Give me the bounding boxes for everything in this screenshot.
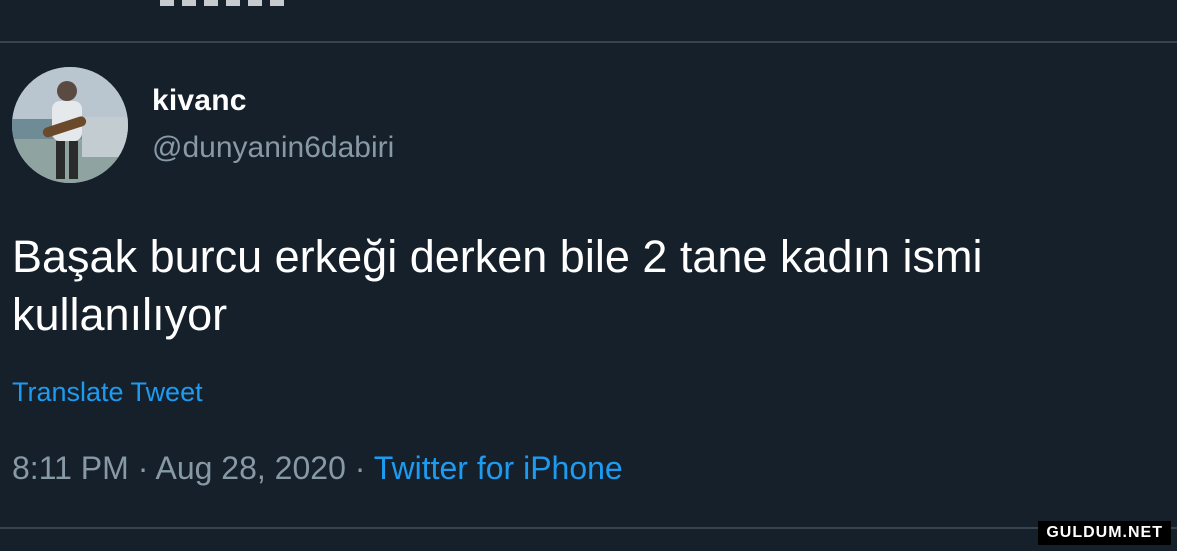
tweet-text: Başak burcu erkeği derken bile 2 tane ka… <box>12 231 983 340</box>
meta-separator: · <box>354 450 366 486</box>
translate-tweet-link[interactable]: Translate Tweet <box>12 377 203 408</box>
watermark: GULDUM.NET <box>1038 521 1171 545</box>
avatar[interactable] <box>12 67 128 183</box>
tweet-bottom-divider <box>0 527 1177 529</box>
author-display-name[interactable]: kivanc <box>152 84 247 118</box>
tweet-top-divider <box>0 41 1177 43</box>
tweet-date[interactable]: Aug 28, 2020 <box>155 450 345 486</box>
tweet-time[interactable]: 8:11 PM <box>12 450 129 486</box>
author-handle[interactable]: @dunyanin6dabiri <box>152 131 394 165</box>
avatar-photo <box>12 67 128 183</box>
tweet-metadata: 8:11 PM · Aug 28, 2020 · Twitter for iPh… <box>12 450 623 487</box>
previous-tweet-cutoff <box>160 0 290 6</box>
meta-separator: · <box>137 450 149 486</box>
tweet-source-link[interactable]: Twitter for iPhone <box>374 450 623 486</box>
